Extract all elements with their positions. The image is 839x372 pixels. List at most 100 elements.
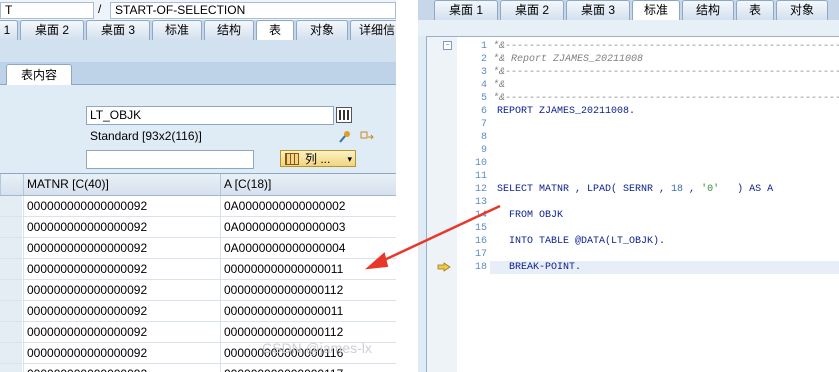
tab-desktop-3-right[interactable]: 桌面 3 [566,0,630,20]
tab-object-right[interactable]: 对象 [776,0,828,20]
line-number: 8 [480,132,487,143]
cell-a: 000000000000000117 [220,364,396,372]
line-number: 12 [474,184,487,195]
tab-details[interactable]: 详细信 [350,20,396,40]
cell-a: 0A0000000000000003 [220,217,396,237]
line-number: 9 [480,145,487,156]
table-type-info: Standard [93x2(116)] [90,129,202,143]
grid-header-selector [0,174,23,195]
tab-table-contents[interactable]: 表内容 [6,64,72,85]
tab-desktop-3[interactable]: 桌面 3 [86,20,150,40]
tab-desktop-2[interactable]: 桌面 2 [20,20,84,40]
panel-gap [396,0,418,372]
tab-standard-right[interactable]: 标准 [632,0,680,20]
line-number: 5 [480,93,487,104]
code-line-2: *& Report ZJAMES_20211008 [493,54,644,65]
columns-button[interactable]: 列 ... ▾ [280,150,356,167]
event-field[interactable]: START-OF-SELECTION [110,2,396,19]
code-line-6: REPORT ZJAMES_20211008. [497,106,636,117]
cell-matnr: 000000000000000092 [23,196,221,216]
right-toolbar-area [418,20,839,36]
table-form: LT_OBJK Standard [93x2(116)] 列 ... ▾ [0,85,396,173]
cell-matnr: 000000000000000092 [23,280,221,300]
path-separator: / [98,2,102,16]
row-selector[interactable] [0,364,22,372]
header-matnr[interactable]: MATNR [C(40)] [23,174,221,195]
tab-object[interactable]: 对象 [296,20,348,40]
line-number: 16 [474,236,487,247]
program-field[interactable]: T [0,2,94,19]
tab-desktop-2-right[interactable]: 桌面 2 [500,0,564,20]
row-selector[interactable] [0,280,22,300]
code-line-1: *&--------------------------------------… [493,41,839,52]
row-selector[interactable] [0,217,22,237]
tab-structure-right[interactable]: 结构 [682,0,734,20]
cell-matnr: 000000000000000092 [23,364,221,372]
cell-a: 000000000000000112 [220,322,396,342]
line-number: 11 [474,171,487,182]
line-number: 3 [480,67,487,78]
fold-toggle-icon[interactable]: − [443,41,452,50]
cell-a: 0A0000000000000002 [220,196,396,216]
tab-desktop-1-right[interactable]: 桌面 1 [434,0,498,20]
cell-matnr: 000000000000000092 [23,217,221,237]
table-row[interactable]: 000000000000000092 000000000000000011 [0,259,396,280]
table-row[interactable]: 000000000000000092 0A0000000000000002 [0,196,396,217]
code-line-14: FROM OBJK [497,210,564,221]
row-selector[interactable] [0,259,22,279]
cell-a: 0A0000000000000004 [220,238,396,258]
export-icon[interactable] [359,129,375,145]
grid-header: MATNR [C(40)] A [C(18)] [0,174,396,196]
table-row[interactable]: 000000000000000092 0A0000000000000003 [0,217,396,238]
execution-pointer-icon [437,262,451,272]
cell-a: 000000000000000011 [220,259,396,279]
cell-matnr: 000000000000000092 [23,259,221,279]
tab-desktop-1[interactable]: 1 [0,20,18,40]
key-icon[interactable] [337,129,353,145]
table-row[interactable]: 000000000000000092 0A0000000000000004 [0,238,396,259]
row-selector[interactable] [0,196,22,216]
cell-a: 000000000000000112 [220,280,396,300]
columns-button-label: 列 ... [305,152,331,166]
filter-input[interactable] [86,150,254,169]
table-view-icon[interactable] [336,107,352,123]
row-selector[interactable] [0,238,22,258]
code-editor[interactable]: 1 2 3 4 5 6 7 8 9 10 11 12 13 14 15 16 17 18 − *&--------… [426,36,839,372]
table-row[interactable]: 000000000000000092000000000000000117 [0,364,396,372]
cell-a: 000000000000000011 [220,301,396,321]
code-select-part: SELECT MATNR , LPAD( SERNR , [497,184,672,195]
debugger-table-panel: T / START-OF-SELECTION 1 桌面 2 桌面 3 标准 结构… [0,0,396,372]
breakpoint-gutter[interactable] [427,37,458,372]
header-a[interactable]: A [C(18)] [220,174,396,195]
tab-standard[interactable]: 标准 [152,20,202,40]
columns-icon [285,153,299,165]
tab-table[interactable]: 表 [256,20,294,40]
watermark-text: CSDN @james-lx [262,340,372,356]
line-number: 13 [474,197,487,208]
cell-matnr: 000000000000000092 [23,301,221,321]
line-numbers: 1 2 3 4 5 6 7 8 9 10 11 12 13 14 15 16 17 18 [457,37,489,372]
cell-matnr: 000000000000000092 [23,343,221,363]
tab-table-right[interactable]: 表 [736,0,774,20]
left-toolbar-area [0,40,396,62]
line-number: 10 [474,158,487,169]
cell-matnr: 000000000000000092 [23,238,221,258]
line-number: 7 [480,119,487,130]
row-selector[interactable] [0,301,22,321]
table-row[interactable]: 000000000000000092 000000000000000011 [0,301,396,322]
code-line-16: INTO TABLE @DATA(LT_OBJK). [497,236,666,247]
line-number: 18 [474,262,487,273]
source-code-panel: 桌面 1 桌面 2 桌面 3 标准 结构 表 对象 1 2 3 4 5 6 7 8 9 10 11 1… [418,0,839,372]
right-tabstrip: 桌面 1 桌面 2 桌面 3 标准 结构 表 对象 [418,0,839,21]
code-line-12: SELECT MATNR , LPAD( SERNR , 18 , '0' ) … [497,183,773,196]
line-number: 2 [480,54,487,65]
left-subtabstrip: 表内容 [0,62,396,85]
code-line-4: *& [493,80,506,91]
row-selector[interactable] [0,343,22,363]
code-number-18: 18 [671,184,684,195]
line-number: 15 [474,223,487,234]
tab-structure[interactable]: 结构 [204,20,254,40]
table-row[interactable]: 000000000000000092 000000000000000112 [0,280,396,301]
table-name-input[interactable]: LT_OBJK [86,106,334,125]
row-selector[interactable] [0,322,22,342]
